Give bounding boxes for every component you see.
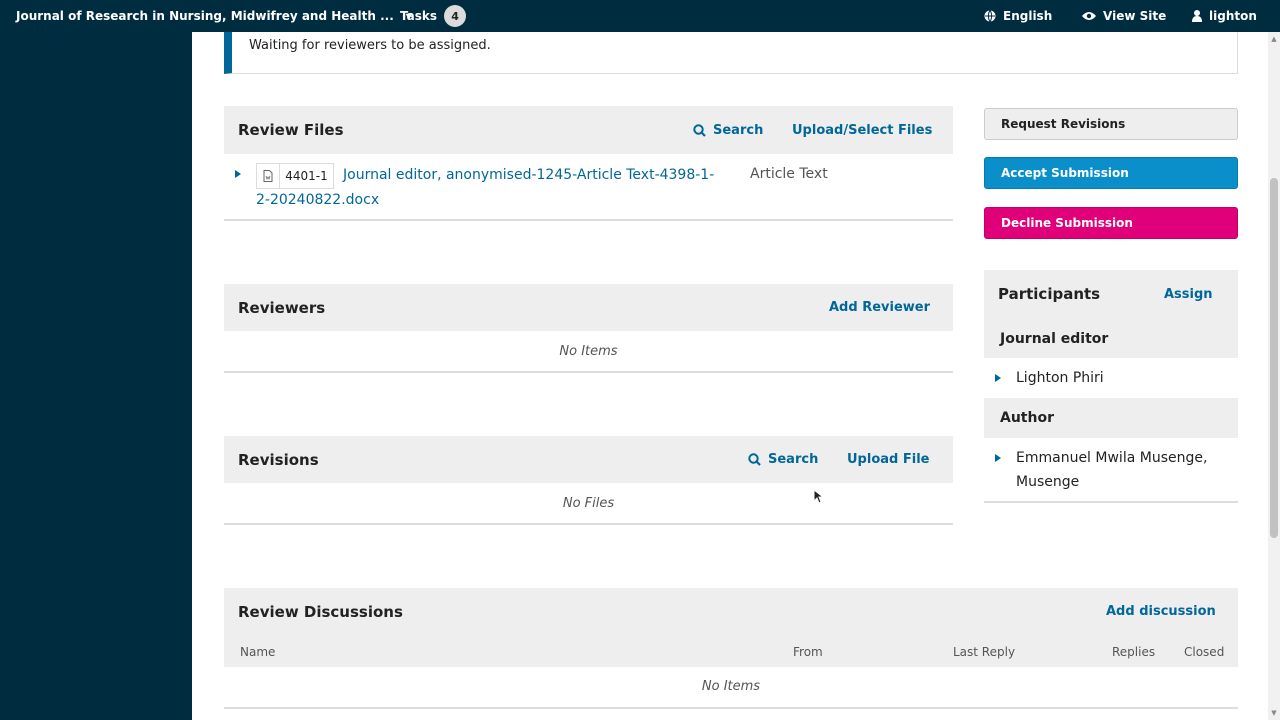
language-selector[interactable]: English (984, 0, 1052, 32)
expand-row-icon[interactable] (235, 170, 241, 178)
participant-name[interactable]: Emmanuel Mwila Musenge, Musenge (1016, 446, 1221, 494)
left-sidebar (0, 32, 192, 720)
username-label: lighton (1209, 9, 1257, 23)
role-label: Author (1000, 410, 1054, 426)
file-type-label: Article Text (750, 166, 828, 182)
revisions-empty-message: No Files (562, 496, 615, 511)
assign-participant-button[interactable]: Assign (1164, 287, 1213, 302)
status-notice-text: Waiting for reviewers to be assigned. (249, 38, 491, 53)
search-icon (748, 453, 761, 466)
revisions-title: Revisions (238, 451, 319, 469)
expand-participant-icon[interactable] (995, 374, 1001, 382)
add-discussion-button[interactable]: Add discussion (1106, 604, 1216, 619)
add-reviewer-button[interactable]: Add Reviewer (829, 300, 930, 315)
revisions-search-button[interactable]: Search (748, 452, 818, 467)
column-header-closed[interactable]: Closed (1184, 645, 1224, 659)
view-site-link[interactable]: View Site (1082, 0, 1166, 32)
role-label: Journal editor (1000, 331, 1109, 347)
decline-submission-button[interactable]: Decline Submission (984, 207, 1238, 239)
review-files-header: Review Files Search Upload/Select Files (224, 106, 953, 154)
column-header-last-reply[interactable]: Last Reply (953, 645, 1015, 659)
review-discussions-panel: Review Discussions Add discussion Name F… (224, 588, 1238, 708)
column-header-name[interactable]: Name (240, 645, 275, 659)
scroll-down-arrow-icon[interactable]: ▼ (1268, 708, 1280, 718)
reviewers-header: Reviewers Add Reviewer (224, 284, 953, 331)
review-files-search-label: Search (713, 123, 764, 138)
globe-icon (984, 10, 996, 22)
review-discussions-header: Review Discussions Add discussion Name F… (224, 588, 1238, 667)
status-notice: Waiting for reviewers to be assigned. (224, 32, 1238, 74)
upload-select-files-button[interactable]: Upload/Select Files (792, 123, 932, 138)
mouse-cursor-icon (813, 489, 823, 504)
scrollbar-thumb[interactable] (1270, 178, 1278, 538)
participants-panel: Participants Assign Journal editor Light… (984, 270, 1238, 502)
top-nav-bar: Journal of Research in Nursing, Midwifre… (0, 0, 1280, 32)
role-group-header: Author (984, 398, 1238, 438)
role-group-header: Journal editor (984, 320, 1238, 358)
file-name-link[interactable]: Journal editor, anonymised-1245-Article … (256, 163, 726, 213)
participants-header: Participants Assign (984, 270, 1238, 320)
view-site-label: View Site (1103, 9, 1167, 23)
upload-file-button[interactable]: Upload File (847, 452, 929, 467)
participants-title: Participants (998, 285, 1101, 303)
revisions-panel: Revisions Search Upload File No Files (224, 436, 953, 524)
reviewers-empty-message: No Items (559, 344, 618, 359)
scroll-up-arrow-icon[interactable]: ▲ (1268, 34, 1280, 44)
user-icon (1192, 10, 1202, 22)
review-files-title: Review Files (238, 121, 344, 139)
eye-icon (1082, 12, 1096, 20)
user-menu[interactable]: lighton (1192, 0, 1257, 32)
review-discussions-title: Review Discussions (238, 603, 403, 621)
page-scrollbar[interactable]: ▲ ▼ (1268, 32, 1280, 720)
search-icon (693, 124, 706, 137)
revisions-search-label: Search (768, 452, 819, 467)
discussions-empty-message: No Items (701, 679, 761, 694)
tasks-label: Tasks (400, 9, 438, 23)
accept-submission-button[interactable]: Accept Submission (984, 157, 1238, 189)
request-revisions-button[interactable]: Request Revisions (984, 108, 1238, 140)
journal-switcher[interactable]: Journal of Research in Nursing, Midwifre… (16, 0, 412, 32)
reviewers-title: Reviewers (238, 299, 326, 317)
participant-name[interactable]: Lighton Phiri (1016, 366, 1104, 390)
column-header-from[interactable]: From (793, 645, 823, 659)
tasks-button[interactable]: Tasks 4 (400, 0, 467, 32)
expand-participant-icon[interactable] (995, 454, 1001, 462)
tasks-count-badge: 4 (444, 5, 467, 27)
reviewers-panel: Reviewers Add Reviewer No Items (224, 284, 953, 372)
language-label: English (1003, 9, 1053, 23)
journal-name: Journal of Research in Nursing, Midwifre… (16, 9, 394, 23)
review-files-search-button[interactable]: Search (693, 123, 763, 138)
revisions-header: Revisions Search Upload File (224, 436, 953, 483)
review-files-panel: Review Files Search Upload/Select Files … (224, 106, 953, 220)
column-header-replies[interactable]: Replies (1112, 645, 1155, 659)
